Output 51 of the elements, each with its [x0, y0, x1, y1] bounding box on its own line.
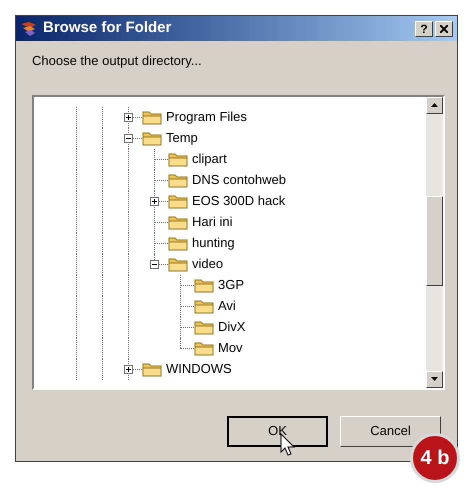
help-button[interactable]: ?: [415, 20, 433, 36]
expand-toggle[interactable]: [124, 112, 133, 122]
plus-icon: [152, 198, 157, 204]
folder-label[interactable]: Avi: [218, 296, 236, 316]
folder-label[interactable]: WINDOWS: [166, 359, 232, 379]
folder-icon: [168, 236, 188, 250]
expand-toggle[interactable]: [124, 364, 133, 374]
minus-icon: [126, 136, 131, 140]
folder-label[interactable]: Program Files: [166, 107, 247, 127]
plus-icon: [126, 114, 131, 120]
close-icon: [440, 24, 448, 32]
folder-icon: [168, 214, 188, 230]
folder-icon: [168, 256, 188, 272]
up-arrow-icon: [431, 103, 438, 107]
scroll-thumb[interactable]: [426, 196, 443, 286]
folder-icon: [168, 172, 188, 188]
folder-label[interactable]: Temp: [166, 128, 198, 148]
minus-icon: [152, 262, 157, 266]
collapse-toggle[interactable]: [124, 134, 133, 142]
folder-label[interactable]: clipart: [192, 149, 227, 169]
folder-icon: [194, 298, 214, 314]
folder-icon: [194, 278, 214, 292]
down-arrow-icon: [431, 377, 438, 381]
scroll-up-button[interactable]: [426, 96, 443, 114]
plus-icon: [126, 366, 131, 372]
folder-label[interactable]: video: [192, 254, 224, 274]
folder-label[interactable]: 3GP: [218, 275, 244, 295]
folder-label[interactable]: DNS contohweb: [192, 170, 286, 190]
close-button[interactable]: [435, 20, 453, 36]
folder-icon: [194, 340, 214, 356]
folder-icon: [142, 110, 162, 124]
folder-label[interactable]: EOS 300D hack: [192, 191, 286, 211]
prompt-text: Choose the output directory...: [32, 52, 203, 70]
collapse-toggle[interactable]: [150, 260, 159, 268]
app-icon: [20, 20, 38, 36]
folder-icon: [168, 152, 188, 166]
folder-icon: [142, 362, 162, 376]
folder-label[interactable]: Hari ini: [192, 212, 232, 232]
expand-toggle[interactable]: [150, 196, 159, 206]
folder-label[interactable]: Mov: [218, 338, 243, 358]
scroll-down-button[interactable]: [426, 370, 443, 388]
step-badge: 4 b: [410, 433, 460, 483]
folder-icon: [168, 194, 188, 208]
folder-label[interactable]: DivX: [218, 317, 246, 337]
window-title: Browse for Folder: [43, 18, 172, 38]
folder-icon: [194, 320, 214, 334]
scrollbar[interactable]: [426, 96, 443, 388]
folder-label[interactable]: hunting: [192, 233, 235, 253]
dialog-button[interactable]: Cancel: [340, 416, 441, 446]
dialog-button[interactable]: OK: [227, 416, 328, 446]
folder-icon: [142, 130, 162, 146]
